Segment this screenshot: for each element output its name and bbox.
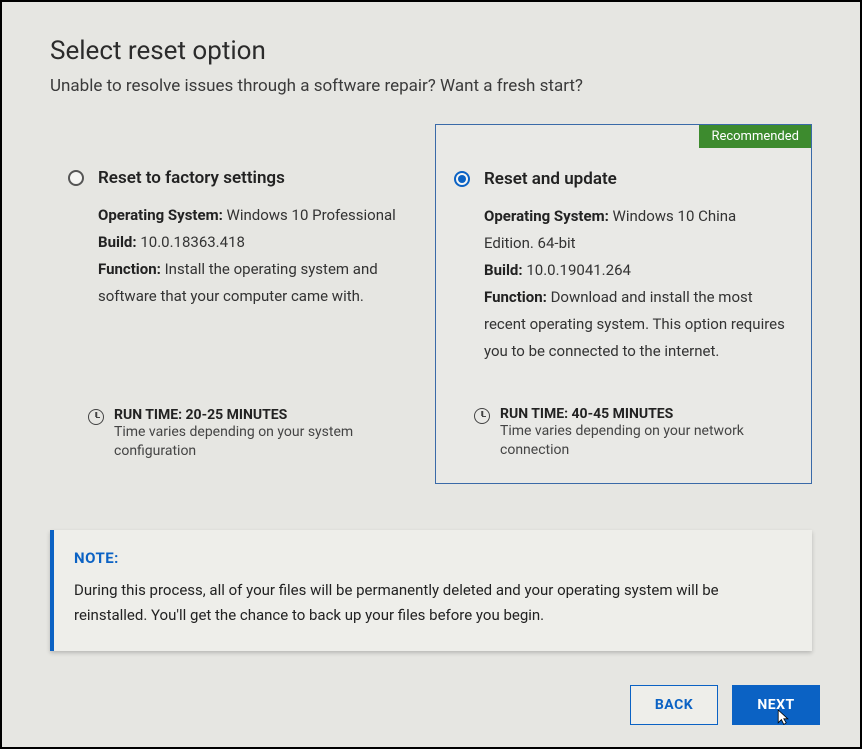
os-value: Windows 10 Professional [227,206,396,224]
note-label: NOTE: [74,546,792,572]
runtime-subtext: Time varies depending on your system con… [114,423,403,462]
next-button[interactable]: NEXT [732,685,820,725]
radio-checked-icon[interactable] [454,171,470,187]
option-factory-title: Reset to factory settings [98,168,285,188]
clock-icon [88,409,104,425]
build-value: 10.0.19041.264 [526,261,631,279]
option-reset-update[interactable]: Recommended Reset and update Operating S… [435,124,812,484]
runtime-title: RUN TIME: 20-25 MINUTES [114,407,403,423]
function-label: Function: [98,260,161,278]
page-title: Select reset option [50,36,812,66]
build-label: Build: [484,261,523,279]
runtime-title: RUN TIME: 40-45 MINUTES [500,406,789,422]
option-factory-reset[interactable]: Reset to factory settings Operating Syst… [50,124,425,484]
option-update-title: Reset and update [484,169,617,189]
function-label: Function: [484,288,547,306]
recommended-badge: Recommended [699,125,811,148]
os-label: Operating System: [98,206,223,224]
radio-unchecked-icon[interactable] [68,170,84,186]
runtime-subtext: Time varies depending on your network co… [500,422,789,461]
clock-icon [474,408,490,424]
page-subtitle: Unable to resolve issues through a softw… [50,76,812,96]
os-label: Operating System: [484,207,609,225]
back-button[interactable]: BACK [630,685,718,725]
build-value: 10.0.18363.418 [140,233,245,251]
cursor-icon [775,708,791,728]
build-label: Build: [98,233,137,251]
note-text: During this process, all of your files w… [74,578,792,629]
note-box: NOTE: During this process, all of your f… [50,530,812,651]
